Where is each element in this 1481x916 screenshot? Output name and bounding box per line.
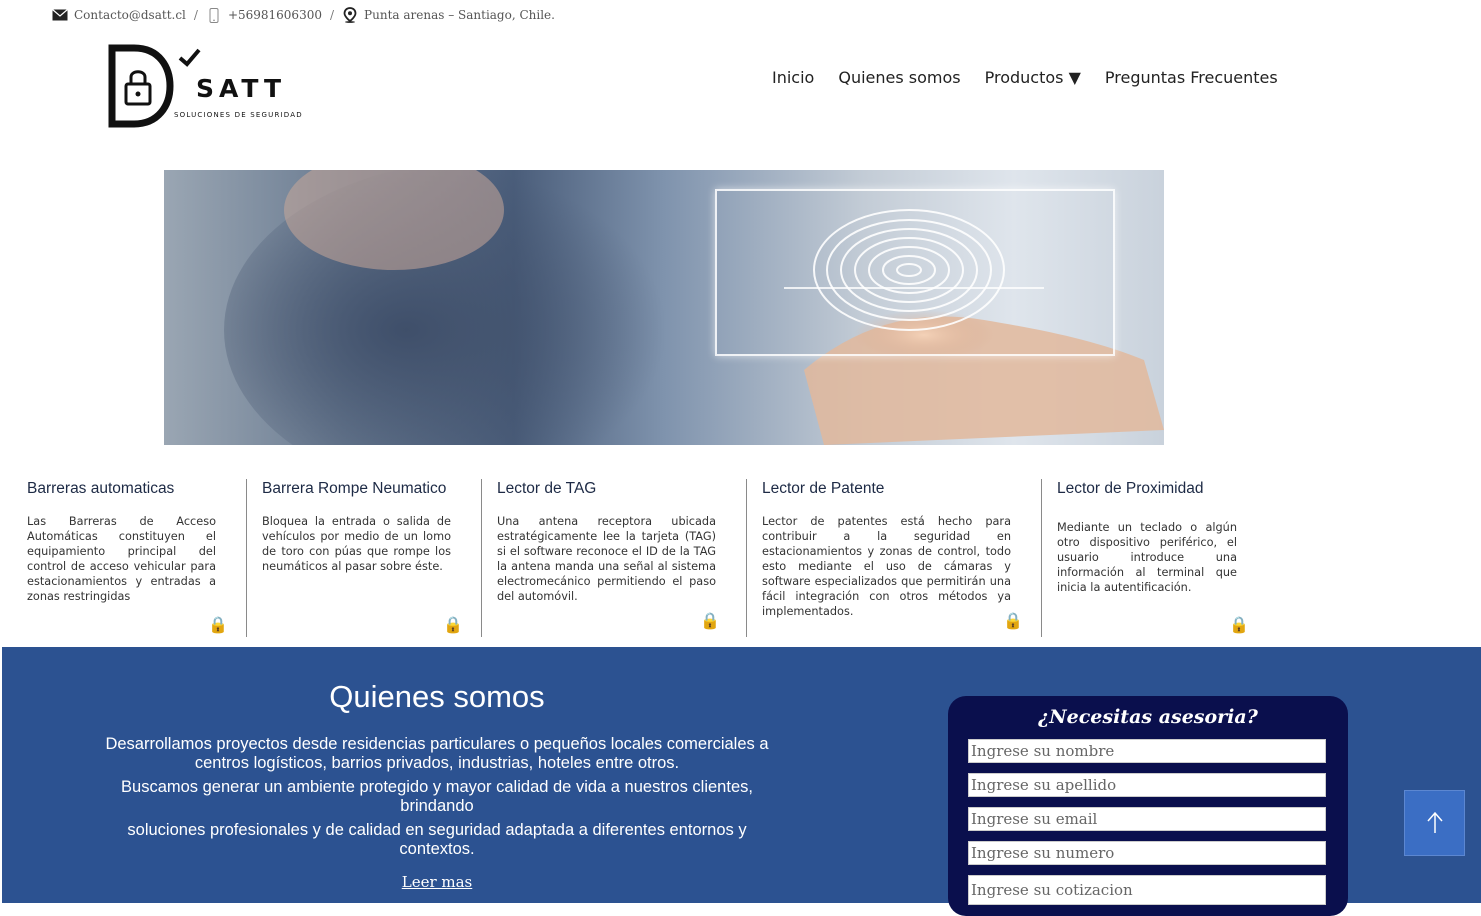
nav-item-inicio[interactable]: Inicio (760, 68, 826, 87)
nav-item-preguntas-frecuentes[interactable]: Preguntas Frecuentes (1093, 68, 1290, 87)
column-divider (481, 479, 482, 637)
products-section: Barreras automaticas Las Barreras de Acc… (14, 478, 1254, 638)
column-divider (746, 479, 747, 637)
product-description: Bloquea la entrada o salida de vehículos… (262, 515, 451, 573)
hero-banner (164, 170, 1164, 445)
logo-name: SATT (196, 74, 287, 103)
read-more-wrap: Leer mas (2, 872, 872, 891)
product-card-rompe-neumatico[interactable]: Barrera Rompe Neumatico Bloquea la entra… (262, 478, 463, 638)
product-title: Lector de Proximidad (1057, 480, 1204, 497)
about-line: soluciones profesionales y de calidad en… (127, 821, 747, 858)
checkmark-icon (178, 48, 201, 67)
cotizacion-input[interactable] (968, 875, 1326, 905)
about-line: Buscamos generar un ambiente protegido y… (121, 778, 753, 815)
form-title: ¿Necesitas asesoria? (1038, 706, 1258, 728)
about-title: Quienes somos (329, 679, 545, 714)
column-divider (246, 479, 247, 637)
lock-icon: 🔒 (208, 615, 228, 634)
product-title: Barrera Rompe Neumatico (262, 480, 447, 497)
advisory-form: ¿Necesitas asesoria? (948, 696, 1348, 916)
product-card-tag[interactable]: Lector de TAG Una antena receptora ubica… (497, 478, 720, 638)
product-description: Las Barreras de Acceso Automáticas const… (27, 515, 216, 603)
lock-icon: 🔒 (700, 611, 720, 630)
about-line: Desarrollamos proyectos desde residencia… (105, 735, 769, 772)
product-card-patente[interactable]: Lector de Patente Lector de patentes est… (762, 478, 1023, 638)
column-divider (1041, 479, 1042, 637)
mail-icon (52, 7, 68, 23)
product-title: Lector de TAG (497, 480, 597, 497)
nav-item-productos[interactable]: Productos ▼ (973, 68, 1093, 87)
product-description: Lector de patentes está hecho para contr… (762, 515, 1011, 618)
separator: / (329, 8, 335, 22)
product-card-barreras[interactable]: Barreras automaticas Las Barreras de Acc… (27, 478, 228, 638)
contact-bar: Contacto@dsatt.cl / +56981606300 / Punta… (52, 6, 555, 24)
back-to-top-button[interactable] (1404, 790, 1465, 856)
contact-location: Punta arenas – Santiago, Chile. (364, 8, 555, 22)
about-text: Desarrollamos proyectos desde residencia… (102, 735, 772, 864)
phone-icon (206, 7, 222, 23)
email-input[interactable] (968, 807, 1326, 831)
contact-email[interactable]: Contacto@dsatt.cl (74, 8, 186, 22)
product-title: Barreras automaticas (27, 480, 175, 497)
nombre-input[interactable] (968, 739, 1326, 763)
contact-phone[interactable]: +56981606300 (228, 8, 322, 22)
location-pin-icon (342, 7, 358, 23)
numero-input[interactable] (968, 841, 1326, 865)
product-title: Lector de Patente (762, 480, 885, 497)
lock-icon: 🔒 (1003, 611, 1023, 630)
product-description: Una antena receptora ubicada estratégica… (497, 515, 716, 603)
product-card-proximidad[interactable]: Lector de Proximidad Mediante un teclado… (1057, 478, 1249, 638)
product-description: Mediante un teclado o algún otro disposi… (1057, 521, 1237, 594)
apellido-input[interactable] (968, 773, 1326, 797)
main-nav: Inicio Quienes somos Productos ▼ Pregunt… (760, 68, 1290, 87)
separator: / (193, 8, 198, 22)
site-logo[interactable]: SATT SOLUCIONES DE SEGURIDAD (108, 44, 318, 130)
lock-icon: 🔒 (1229, 615, 1249, 634)
read-more-link[interactable]: Leer mas (402, 873, 473, 891)
scan-frame (715, 189, 1115, 356)
arrow-up-icon (1426, 811, 1443, 833)
lock-icon: 🔒 (443, 615, 463, 634)
logo-tagline: SOLUCIONES DE SEGURIDAD (174, 111, 303, 119)
nav-item-quienes-somos[interactable]: Quienes somos (826, 68, 972, 87)
